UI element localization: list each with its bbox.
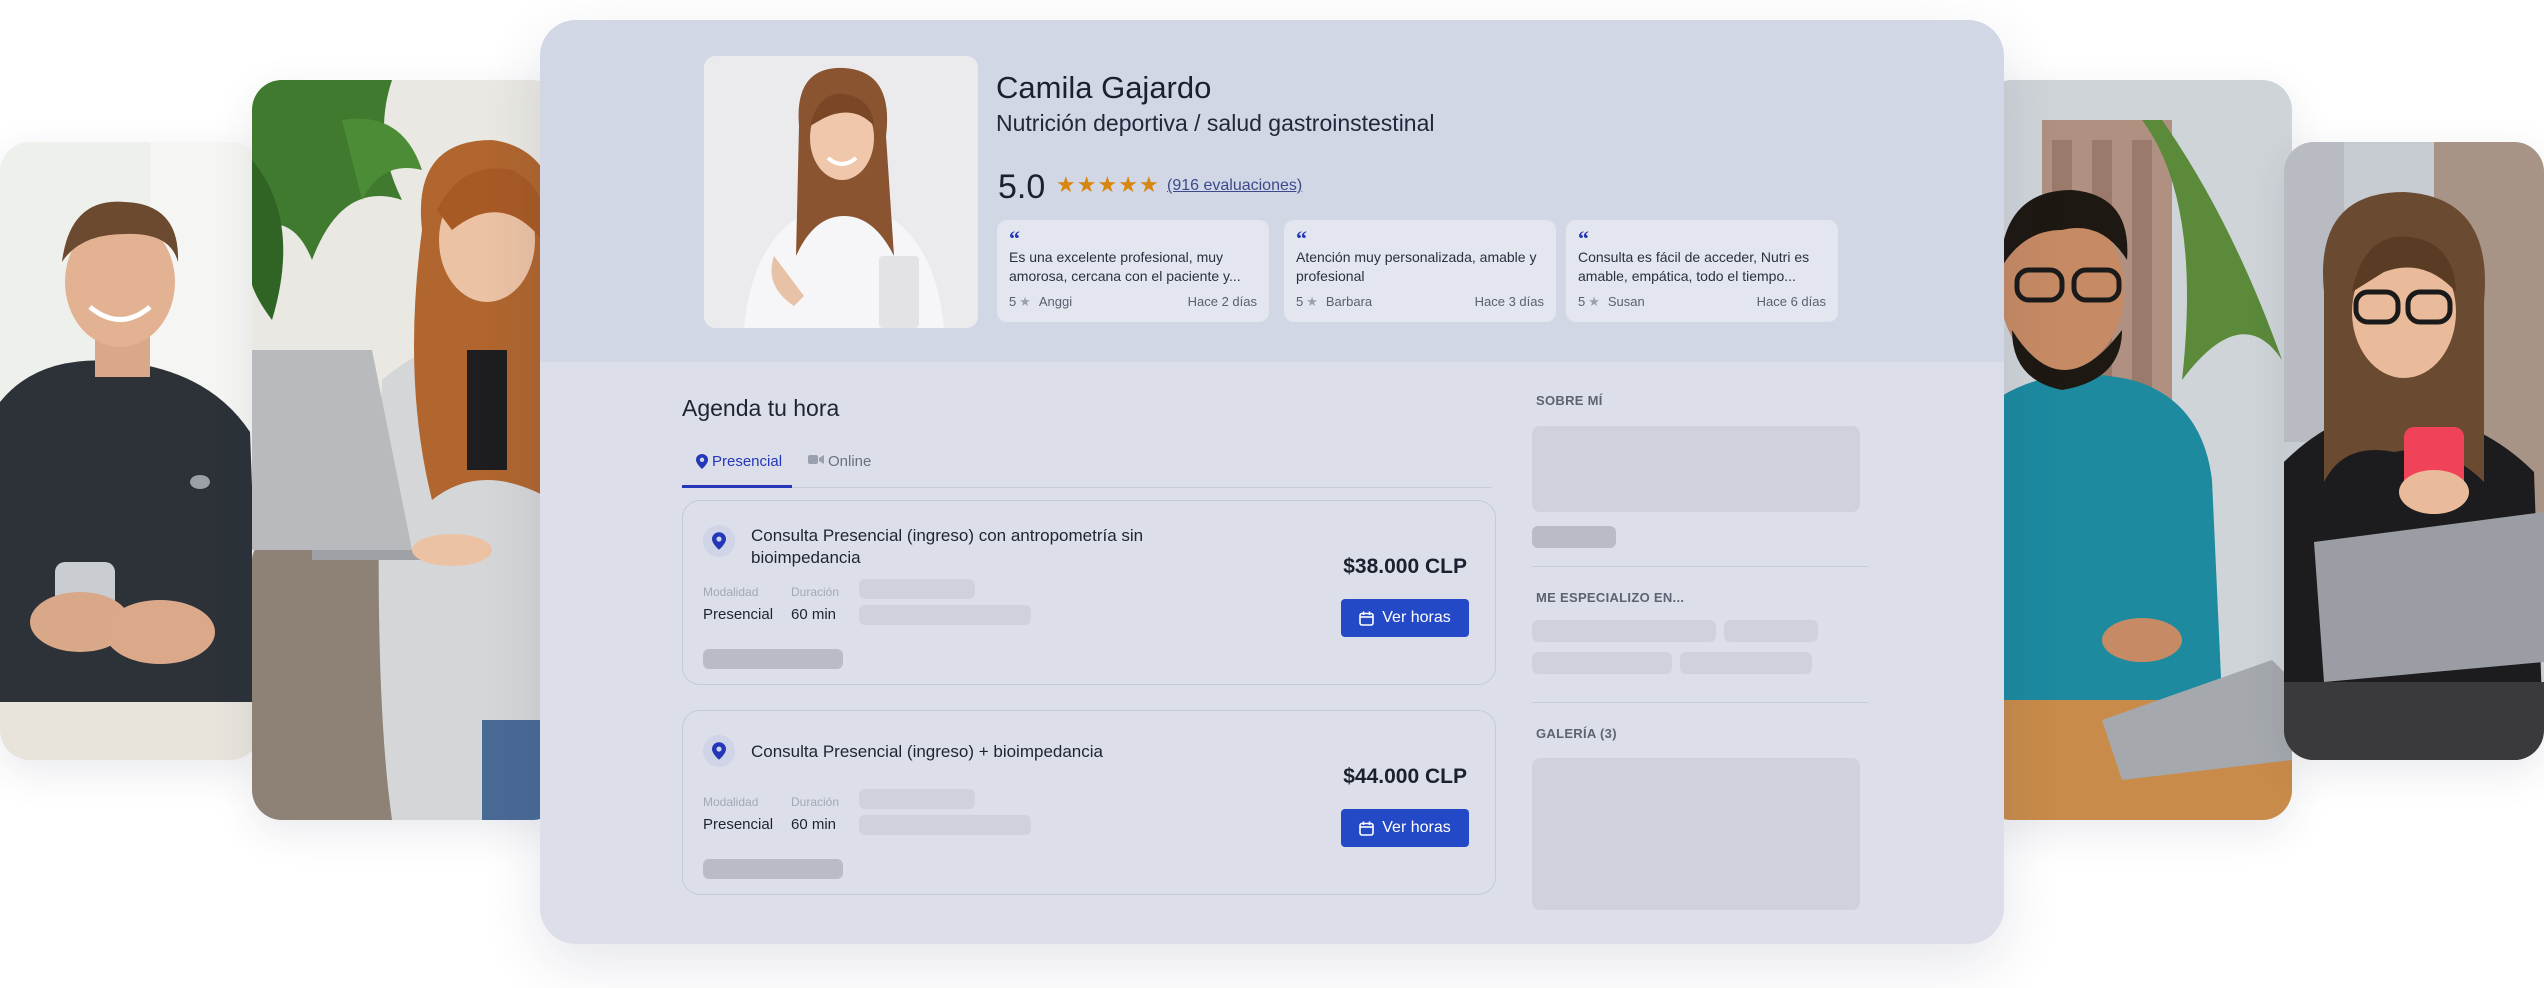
review-meta: 5 ★ Susan Hace 6 días	[1578, 294, 1826, 310]
photo-woman-with-laptop	[252, 80, 562, 820]
review-author: Susan	[1607, 294, 1645, 309]
quote-icon: “	[1578, 226, 1589, 251]
modality-value: Presencial	[703, 816, 774, 833]
quote-icon: “	[1009, 226, 1020, 251]
specialize-heading: ME ESPECIALIZO EN...	[1536, 590, 1685, 605]
duration-label: Duración	[791, 795, 840, 809]
review-text: Atención muy personalizada, amable y pro…	[1296, 249, 1537, 284]
skeleton-placeholder	[703, 859, 843, 879]
modality-tabs: Presencial Online	[682, 450, 1492, 488]
duration-value: 60 min	[791, 606, 837, 623]
divider	[1532, 702, 1868, 703]
marketing-stage: Camila Gajardo Nutrición deportiva / sal…	[0, 0, 2544, 988]
photo-woman-with-phone	[2284, 142, 2544, 760]
gallery-placeholder	[1532, 758, 1860, 910]
tab-presencial[interactable]: Presencial	[682, 450, 792, 488]
photo-man-smiling-laptop	[1982, 80, 2292, 820]
gallery-heading: GALERÍA (3)	[1536, 726, 1617, 741]
service-price: $44.000 CLP	[1343, 765, 1467, 788]
modality-label: Modalidad	[703, 585, 759, 599]
skeleton-placeholder	[703, 649, 843, 669]
star-icon: ★	[1138, 172, 1159, 197]
button-label: Ver horas	[1382, 819, 1451, 836]
duration-value: 60 min	[791, 816, 837, 833]
professional-specialty: Nutrición deportiva / salud gastroinstes…	[996, 110, 1435, 136]
skeleton-placeholder	[1532, 620, 1716, 642]
service-price: $38.000 CLP	[1343, 555, 1467, 578]
review-score: 5	[1578, 294, 1586, 309]
service-card: Consulta Presencial (ingreso) con antrop…	[682, 500, 1496, 685]
ver-horas-button[interactable]: Ver horas	[1341, 599, 1469, 637]
profile-panel: Camila Gajardo Nutrición deportiva / sal…	[540, 20, 2004, 944]
duration-label: Duración	[791, 585, 840, 599]
review-meta: 5 ★ Anggi Hace 2 días	[1009, 294, 1257, 310]
rating-value: 5.0	[998, 168, 1046, 206]
review-text: Es una excelente profesional, muy amoros…	[1009, 249, 1241, 284]
location-pin-icon	[703, 735, 735, 767]
star-icon: ★	[1118, 172, 1138, 197]
skeleton-placeholder	[859, 605, 1031, 625]
modality-value: Presencial	[703, 606, 774, 623]
skeleton-placeholder	[1532, 426, 1860, 512]
calendar-icon	[1359, 821, 1375, 836]
tab-label: Online	[828, 453, 872, 470]
divider	[1532, 566, 1868, 567]
review-card: “ Atención muy personalizada, amable y p…	[1284, 220, 1556, 322]
video-camera-icon	[808, 455, 824, 464]
skeleton-placeholder	[859, 579, 975, 599]
service-title: Consulta Presencial (ingreso) + bioimped…	[751, 742, 1103, 761]
review-card: “ Consulta es fácil de acceder, Nutri es…	[1566, 220, 1838, 322]
tab-online[interactable]: Online	[806, 450, 871, 488]
agenda-title: Agenda tu hora	[682, 395, 840, 421]
review-date: Hace 3 días	[1474, 294, 1544, 309]
skeleton-placeholder	[859, 815, 1031, 835]
star-icon: ★	[1588, 294, 1600, 309]
button-label: Ver horas	[1382, 609, 1451, 626]
star-icon: ★	[1019, 294, 1031, 309]
reviews-count-link[interactable]: (916 evaluaciones)	[1167, 177, 1302, 195]
about-heading: SOBRE MÍ	[1536, 393, 1603, 408]
review-meta: 5 ★ Barbara Hace 3 días	[1296, 294, 1544, 310]
modality-label: Modalidad	[703, 795, 759, 809]
review-score: 5	[1296, 294, 1304, 309]
calendar-icon	[1359, 611, 1375, 626]
professional-photo	[704, 56, 978, 328]
location-pin-icon	[703, 525, 735, 557]
star-icon: ★	[1056, 172, 1076, 197]
service-card: Consulta Presencial (ingreso) + bioimped…	[682, 710, 1496, 895]
review-author: Barbara	[1325, 294, 1373, 309]
ver-horas-button[interactable]: Ver horas	[1341, 809, 1469, 847]
skeleton-placeholder	[1532, 526, 1616, 548]
star-icon: ★	[1076, 172, 1097, 197]
rating-stars: ★ ★ ★ ★ ★	[1056, 174, 1159, 196]
review-date: Hace 2 días	[1187, 294, 1257, 309]
skeleton-placeholder	[859, 789, 975, 809]
photo-man-with-phone	[0, 142, 260, 760]
profile-hero: Camila Gajardo Nutrición deportiva / sal…	[540, 20, 2004, 362]
skeleton-placeholder	[1724, 620, 1818, 642]
review-card: “ Es una excelente profesional, muy amor…	[997, 220, 1269, 322]
location-pin-icon	[696, 454, 708, 469]
review-date: Hace 6 días	[1756, 294, 1826, 309]
star-icon: ★	[1306, 294, 1318, 309]
review-score: 5	[1009, 294, 1017, 309]
star-icon: ★	[1097, 172, 1118, 197]
review-text: Consulta es fácil de acceder, Nutri es a…	[1578, 249, 1810, 284]
service-title: Consulta Presencial (ingreso) con antrop…	[751, 526, 1144, 567]
skeleton-placeholder	[1532, 652, 1672, 674]
review-author: Anggi	[1038, 294, 1073, 309]
skeleton-placeholder	[1680, 652, 1812, 674]
professional-name: Camila Gajardo	[996, 70, 1212, 105]
tab-label: Presencial	[712, 453, 783, 470]
quote-icon: “	[1296, 226, 1307, 251]
